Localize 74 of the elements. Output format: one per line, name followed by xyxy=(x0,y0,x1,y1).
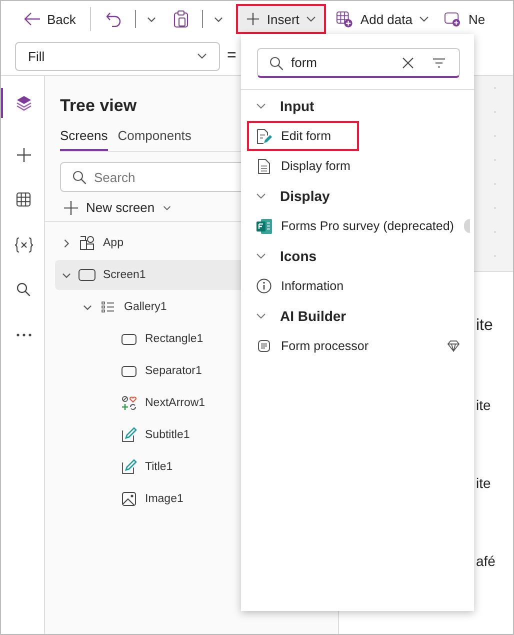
gallery-subtitle: ite xyxy=(476,474,491,492)
more-icon xyxy=(16,332,32,336)
item-label: Forms Pro survey (deprecated) xyxy=(281,219,454,233)
tab[interactable]: Screens xyxy=(60,124,108,151)
icons-icon xyxy=(121,395,137,411)
tab[interactable]: Components xyxy=(118,124,192,151)
group-header[interactable]: AI Builder xyxy=(241,301,474,331)
insert-button[interactable]: Insert xyxy=(236,4,326,34)
clear-icon[interactable] xyxy=(402,57,414,69)
new-screen-button[interactable]: Ne xyxy=(439,4,486,34)
menu-item[interactable]: Forms Pro survey (deprecated) xyxy=(241,211,474,241)
paste-icon[interactable] xyxy=(172,10,189,28)
caret-icon[interactable] xyxy=(419,14,430,24)
list-icon xyxy=(101,301,115,313)
property-dropdown[interactable]: Fill xyxy=(15,42,220,70)
badge-icon xyxy=(464,219,470,233)
chevron-down-icon xyxy=(256,191,266,201)
layers-icon xyxy=(16,95,32,111)
app-icon xyxy=(79,235,95,251)
item-label: Edit form xyxy=(281,129,332,143)
tree-item[interactable]: Subtitle1 xyxy=(55,420,338,450)
caret-icon[interactable] xyxy=(306,14,316,24)
variables-icon xyxy=(14,236,32,252)
group-title: AI Builder xyxy=(280,308,346,324)
menu-item[interactable]: Edit form xyxy=(241,121,474,151)
rectangle-icon xyxy=(121,332,137,346)
screen-icon xyxy=(78,268,96,282)
search-icon xyxy=(72,170,87,185)
filter-icon[interactable] xyxy=(432,58,446,68)
search-icon xyxy=(16,282,31,297)
add-data-button[interactable]: Add data xyxy=(331,4,434,34)
edit-icon xyxy=(121,427,137,443)
tree-item[interactable]: Image1 xyxy=(55,484,338,514)
forms-icon xyxy=(256,218,272,234)
chevron-down-icon[interactable] xyxy=(62,270,70,280)
gallery-title: ite xyxy=(476,316,493,336)
diamond-icon xyxy=(447,340,460,352)
image-icon xyxy=(121,491,137,507)
chevron-down-icon[interactable] xyxy=(214,14,223,24)
rectangle-icon xyxy=(121,364,137,378)
info-icon xyxy=(256,278,272,294)
add-screen-icon xyxy=(444,12,462,26)
document-icon xyxy=(257,158,271,174)
edit-icon xyxy=(121,459,137,475)
equals-sign: = xyxy=(227,47,236,65)
plus-icon xyxy=(64,200,78,214)
chevron-down-icon xyxy=(256,311,266,321)
group-header[interactable]: Input xyxy=(241,91,474,121)
chevron-down-icon[interactable] xyxy=(82,302,92,312)
add-table-icon xyxy=(336,10,354,28)
search-icon xyxy=(269,56,284,71)
chevron-down-icon[interactable] xyxy=(146,14,156,24)
tree-item[interactable]: Title1 xyxy=(55,452,338,482)
caret-icon[interactable] xyxy=(197,51,207,61)
new-screen-button[interactable]: New screen xyxy=(60,194,175,221)
gallery-subtitle: ite xyxy=(476,396,491,414)
plus-icon xyxy=(246,12,260,26)
gallery-subtitle: afé xyxy=(476,552,496,570)
chevron-right-icon[interactable] xyxy=(62,238,70,248)
back-arrow-icon xyxy=(24,12,40,26)
group-title: Input xyxy=(280,98,314,114)
back-button[interactable]: Back xyxy=(19,4,81,34)
plus-icon xyxy=(16,146,32,162)
chevron-down-icon xyxy=(256,251,266,261)
chevron-down-icon xyxy=(256,101,266,111)
caret-icon[interactable] xyxy=(162,204,171,212)
search-field[interactable]: form xyxy=(257,48,460,78)
edit-form-icon xyxy=(256,128,272,144)
form-processor-icon xyxy=(257,339,271,353)
table-icon xyxy=(16,192,31,207)
item-label: Form processor xyxy=(281,339,369,353)
tree-item[interactable]: NextArrow1 xyxy=(55,388,338,418)
undo-icon[interactable] xyxy=(106,12,122,26)
panel-title: Tree view xyxy=(60,96,137,116)
